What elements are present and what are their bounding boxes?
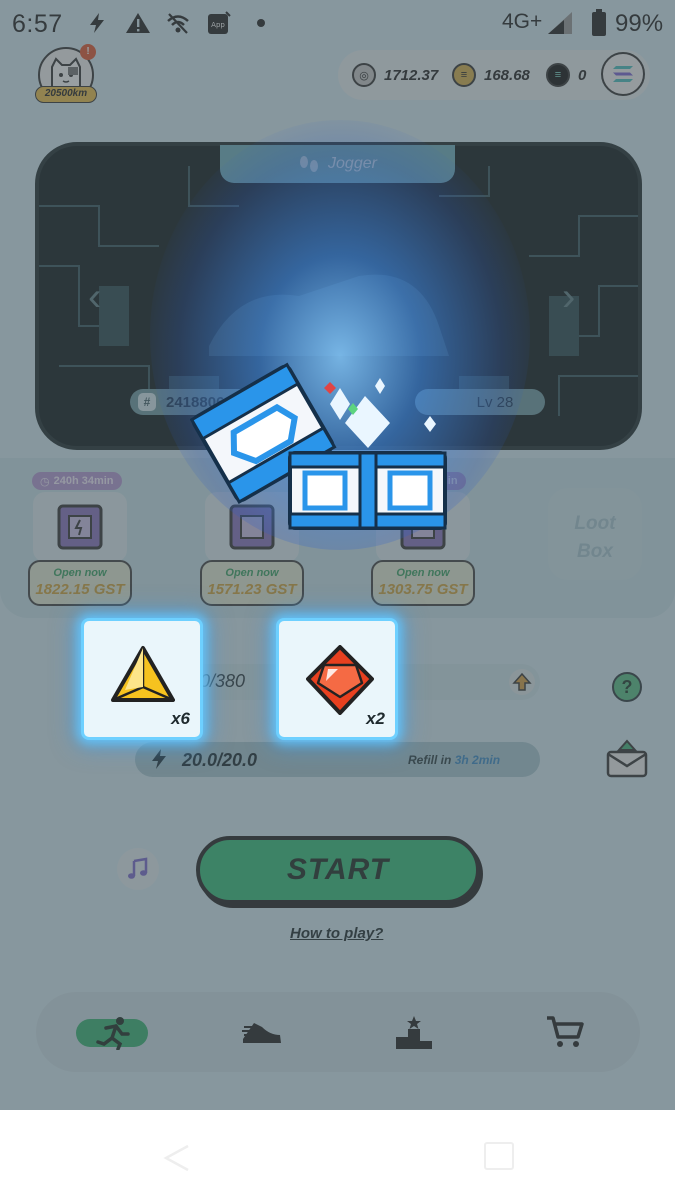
nav-market[interactable] [543, 1010, 587, 1054]
help-button[interactable]: ? [612, 672, 642, 702]
refill-time: 3h 2min [454, 753, 501, 767]
reward-card-red-gem[interactable]: x2 [276, 618, 398, 740]
gst-balance: ≡ 168.68 [452, 63, 530, 87]
signal-icon [545, 8, 575, 38]
network-type: 4G+ [502, 10, 543, 33]
open-status: Open now [396, 567, 450, 579]
sol-value: 0 [578, 66, 587, 84]
clock: 6:57 [12, 10, 63, 38]
reward-card-yellow-gem[interactable]: x6 [81, 618, 203, 740]
app-icon: App [204, 8, 234, 38]
refill-info: Refill in 3h 2min [408, 753, 500, 767]
battery-icon [584, 8, 614, 38]
wifi-off-icon [163, 8, 193, 38]
reward-quantity: x2 [366, 709, 385, 728]
hash-icon: # [138, 393, 156, 411]
yellow-gem-icon [111, 646, 175, 702]
cart-icon [547, 1016, 584, 1047]
red-gem-icon [306, 645, 374, 715]
leaderboard-icon [396, 1016, 432, 1049]
open-price: 1571.23 GST [207, 581, 297, 598]
open-box-button-2[interactable]: Open now 1571.23 GST [200, 560, 304, 606]
nav-run[interactable] [76, 1017, 148, 1050]
gmt-balance: ◎ 1712.37 [352, 63, 438, 87]
open-box-button-3[interactable]: Open now 1303.75 GST [371, 560, 475, 606]
dot-icon [246, 8, 276, 38]
mystery-box-slot-1[interactable] [33, 492, 127, 562]
svg-text:App: App [211, 21, 225, 29]
solana-icon [613, 66, 633, 82]
sol-balance: ≡ 0 [546, 63, 586, 87]
gmt-value: 1712.37 [384, 66, 439, 84]
gst-coin-icon: ≡ [452, 63, 476, 87]
run-icon [96, 1017, 130, 1050]
prev-sneaker-button[interactable]: ‹ [88, 275, 101, 320]
warning-icon [123, 8, 153, 38]
mint-value: 0/380 [200, 671, 246, 691]
flash-icon [82, 8, 112, 38]
loot-box-label-1: Loot [574, 513, 616, 534]
sol-coin-icon: ≡ [546, 63, 570, 87]
distance-badge: 20500km [35, 86, 97, 103]
clock-icon: ◷ [40, 475, 50, 488]
gmt-coin-icon: ◎ [352, 63, 376, 87]
loot-box-button[interactable]: Loot Box [548, 488, 642, 580]
slot-timer-1: ◷ 240h 34min [32, 472, 122, 490]
open-price: 1822.15 GST [35, 581, 125, 598]
system-nav-bar [0, 1110, 675, 1200]
loot-box-label-2: Box [577, 541, 613, 562]
back-icon[interactable] [160, 1142, 190, 1174]
start-button[interactable]: START [196, 836, 480, 904]
opened-chest-icon [190, 362, 447, 530]
mystery-box-icon [57, 504, 103, 550]
notification-badge: ! [80, 44, 96, 60]
up-arrow-icon [512, 672, 532, 691]
solana-wallet-button[interactable] [601, 52, 645, 96]
battery-percent: 99% [615, 10, 664, 37]
upgrade-button[interactable] [509, 669, 535, 695]
open-box-button-1[interactable]: Open now 1822.15 GST [28, 560, 132, 606]
nav-sneakers[interactable] [238, 1010, 286, 1054]
next-sneaker-button[interactable]: › [562, 275, 575, 320]
energy-value: 20.0/20.0 [182, 750, 258, 770]
music-note-icon [128, 857, 148, 879]
mail-icon [606, 739, 648, 778]
open-price: 1303.75 GST [378, 581, 468, 598]
energy-bolt-icon [152, 749, 166, 769]
reward-quantity: x6 [171, 709, 190, 728]
recents-button[interactable] [484, 1142, 514, 1170]
nav-leaderboard[interactable] [392, 1010, 436, 1054]
status-bar: 6:57 App 4G+ 99% [0, 0, 675, 46]
refill-label: Refill in [408, 753, 452, 767]
open-status: Open now [53, 567, 107, 579]
sneaker-icon [242, 1023, 281, 1043]
how-to-play-link[interactable]: How to play? [290, 925, 383, 942]
open-status: Open now [225, 567, 279, 579]
music-button[interactable] [117, 848, 159, 890]
slot-timer-text: 240h 34min [53, 475, 114, 487]
gst-value: 168.68 [484, 66, 530, 84]
mail-button[interactable] [604, 737, 650, 779]
